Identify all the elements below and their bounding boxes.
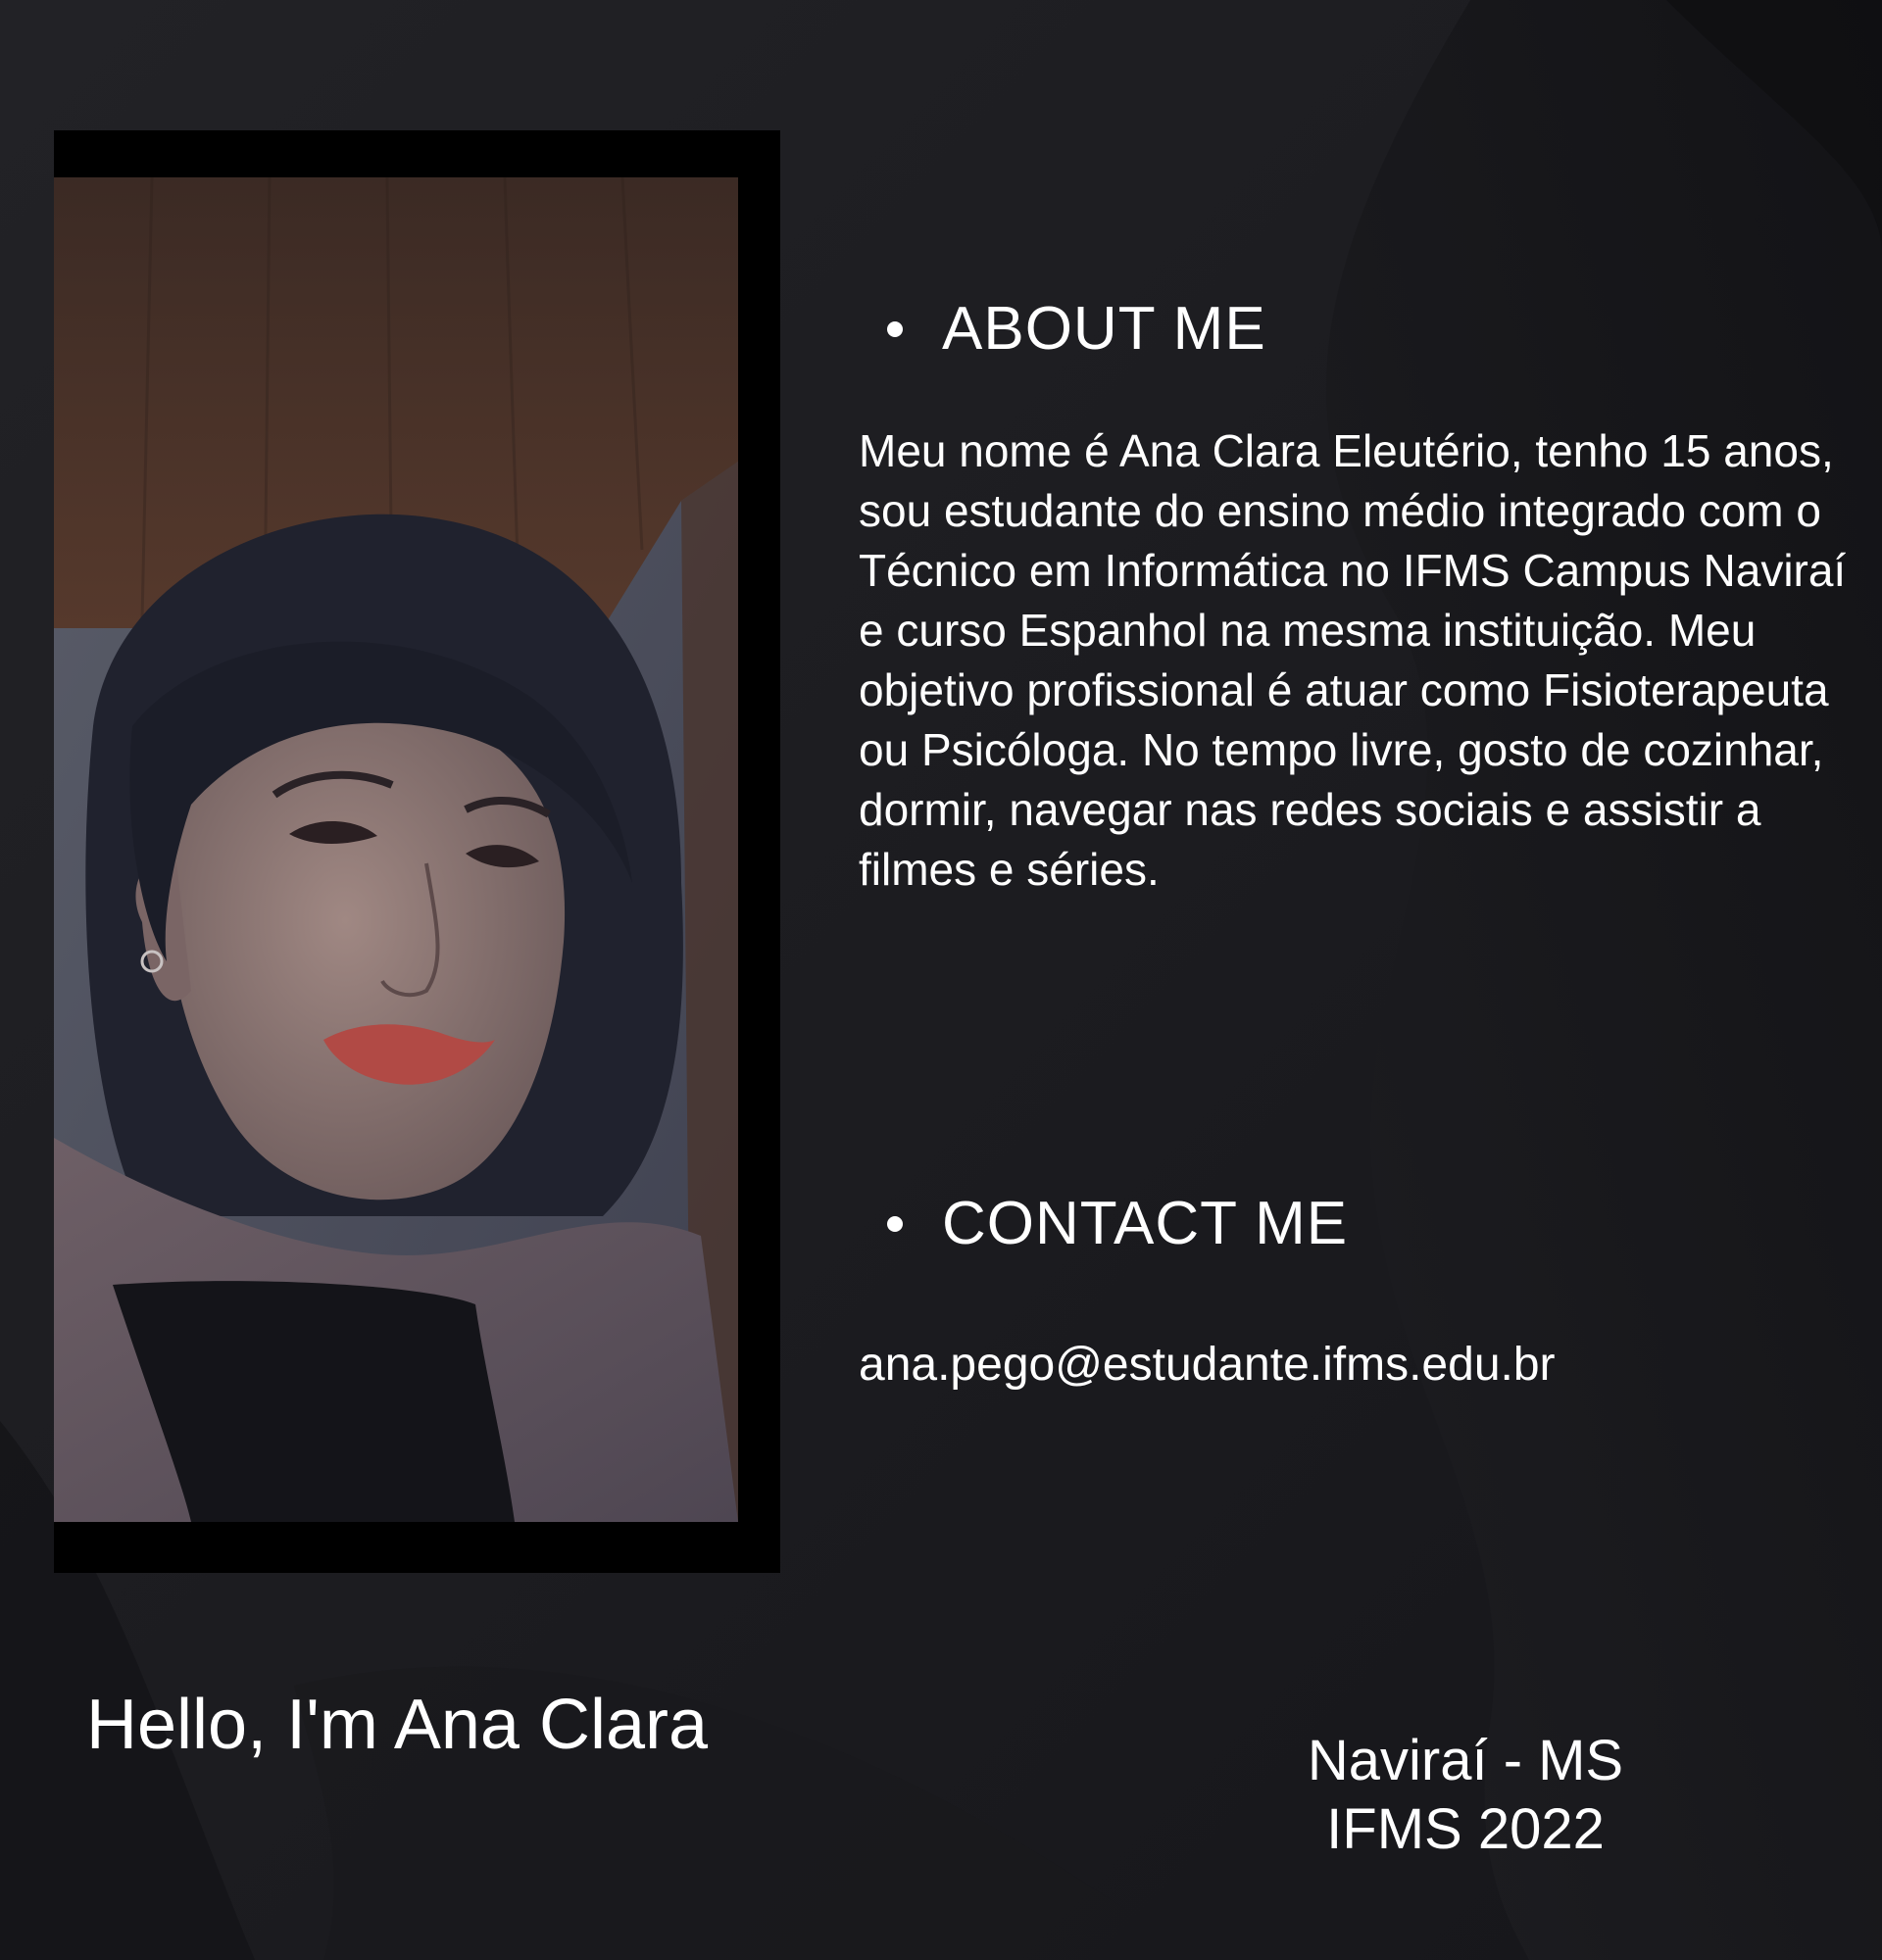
about-text: Meu nome é Ana Clara Eleutério, tenho 15… bbox=[859, 425, 1847, 895]
contact-heading: CONTACT ME bbox=[887, 1194, 1348, 1254]
contact-heading-text: CONTACT ME bbox=[942, 1190, 1349, 1257]
contact-email[interactable]: ana.pego@estudante.ifms.edu.br bbox=[859, 1336, 1556, 1395]
portrait-image bbox=[54, 177, 738, 1522]
footer: Naviraí - MS IFMS 2022 bbox=[1225, 1727, 1706, 1864]
bullet-icon bbox=[887, 321, 903, 337]
footer-location: Naviraí - MS bbox=[1307, 1729, 1624, 1792]
profile-photo-frame bbox=[54, 130, 780, 1573]
about-heading-text: ABOUT ME bbox=[942, 295, 1266, 363]
footer-institution: IFMS 2022 bbox=[1326, 1797, 1605, 1861]
bullet-icon bbox=[887, 1216, 903, 1232]
profile-photo bbox=[54, 177, 738, 1522]
about-heading: ABOUT ME bbox=[887, 299, 1266, 360]
greeting: Hello, I'm Ana Clara bbox=[86, 1686, 709, 1764]
